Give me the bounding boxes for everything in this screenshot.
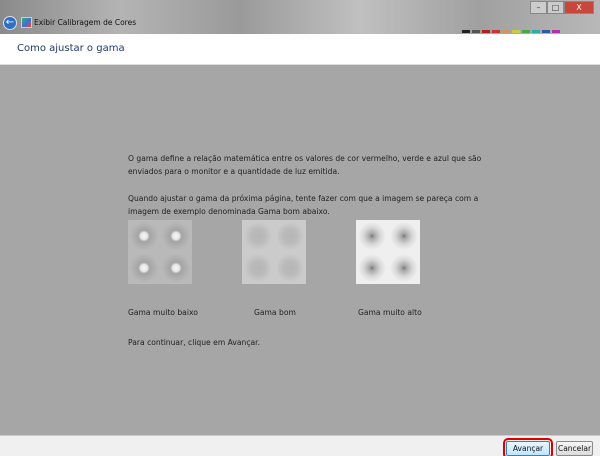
description-paragraph-2: Quando ajustar o gama da próxima página,… [128,194,479,216]
gamma-too-high-label: Gama muito alto [358,308,422,317]
footer-bar: Avançar Cancelar [0,435,600,456]
continue-instruction: Para continuar, clique em Avançar. [128,338,261,347]
page-title: Como ajustar o gama [17,43,125,54]
color-calibration-icon [21,17,32,28]
close-button[interactable]: X [564,1,594,14]
window-title: Exibir Calibragem de Cores [34,18,137,27]
next-button[interactable]: Avançar [503,438,553,456]
maximize-button[interactable]: □ [547,1,564,14]
minimize-button[interactable]: – [530,1,547,14]
gamma-too-low-label: Gama muito baixo [128,308,198,317]
gamma-good-sample [242,220,306,284]
back-arrow-icon: ← [5,17,15,28]
gamma-good-label: Gama bom [254,308,296,317]
cancel-button[interactable]: Cancelar [556,441,593,456]
gamma-too-low-sample [128,220,192,284]
gamma-too-high-sample [356,220,420,284]
back-button[interactable]: ← [3,16,17,30]
page-header: Como ajustar o gama [0,34,600,65]
description: O gama define a relação matemática entre… [128,152,488,218]
title-bar: ← Exibir Calibragem de Cores – □ X [0,0,600,34]
description-paragraph-1: O gama define a relação matemática entre… [128,154,482,176]
color-swatches [462,30,560,33]
